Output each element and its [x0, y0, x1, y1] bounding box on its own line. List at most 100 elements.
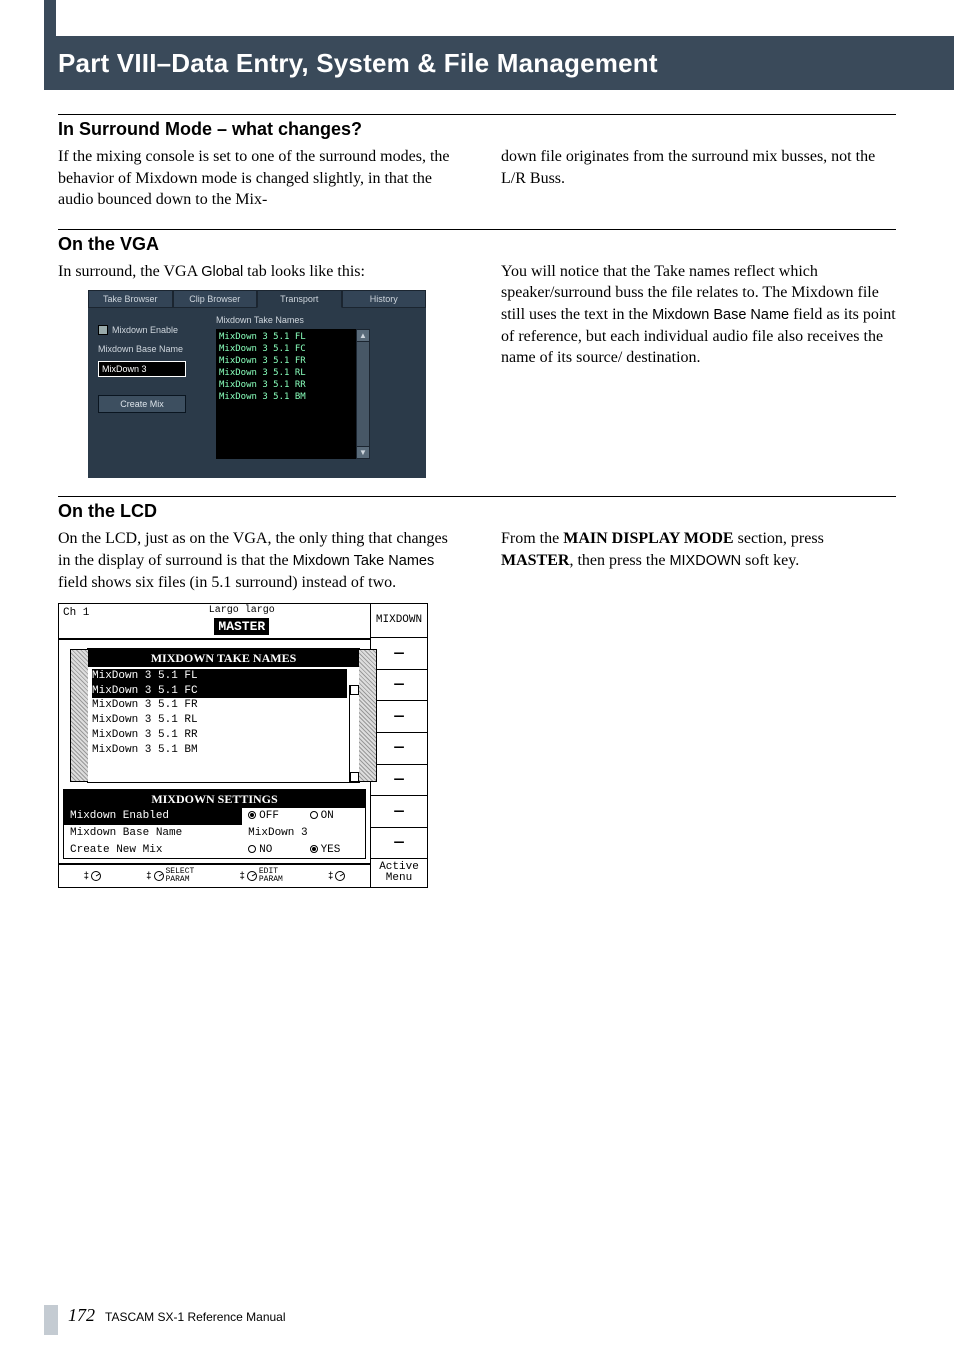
- softkey-mixdown[interactable]: MIXDOWN: [371, 604, 427, 638]
- divider: [58, 114, 896, 115]
- page-number: 172: [68, 1305, 95, 1326]
- vga-screenshot: Take Browser Clip Browser Transport Hist…: [88, 290, 426, 478]
- lcd-knob-row: ‡ ‡SELECT PARAM ‡EDIT PARAM ‡: [59, 863, 370, 887]
- scroll-track[interactable]: [357, 342, 369, 446]
- checkbox-icon: [98, 325, 108, 335]
- list-item[interactable]: MixDown 3 5.1 FL: [92, 669, 347, 684]
- footer-ref: TASCAM SX-1 Reference Manual: [105, 1310, 286, 1324]
- softkey[interactable]: —: [371, 796, 427, 828]
- lcd-settings-panel: MIXDOWN SETTINGS Mixdown Enabled OFF ON …: [63, 789, 366, 860]
- knob-icon: [335, 871, 345, 881]
- footer-tab: [44, 1305, 58, 1335]
- base-name-input[interactable]: MixDown 3: [98, 361, 186, 377]
- knob-label: SELECT PARAM: [166, 868, 195, 884]
- divider: [58, 229, 896, 230]
- radio-off-icon[interactable]: [248, 845, 256, 853]
- panel-shade-left: [70, 649, 88, 782]
- updown-icon: ‡: [84, 870, 89, 882]
- scroll-thumb-top[interactable]: [350, 685, 359, 695]
- lcd-take-names-panel: MIXDOWN TAKE NAMES MixDown 3 5.1 FL MixD…: [87, 648, 360, 783]
- lcd-title: Largo largo MASTER: [184, 604, 301, 637]
- softkey[interactable]: —: [371, 733, 427, 765]
- bold-text: MAIN DISPLAY MODE: [563, 530, 733, 547]
- vga-tabs: Take Browser Clip Browser Transport Hist…: [88, 290, 426, 308]
- dash-icon: —: [394, 832, 404, 854]
- settings-row-create[interactable]: Create New Mix NO YES: [64, 842, 365, 859]
- list-item[interactable]: MixDown 3 5.1 FC: [219, 343, 353, 355]
- softkey[interactable]: —: [371, 638, 427, 670]
- list-item[interactable]: MixDown 3 5.1 RR: [219, 379, 353, 391]
- list-item[interactable]: MixDown 3 5.1 BM: [219, 391, 353, 403]
- header-accent: [44, 0, 56, 36]
- softkey[interactable]: —: [371, 765, 427, 797]
- vga-tab-transport[interactable]: Transport: [257, 290, 342, 308]
- s1-right-text: down file originates from the surround m…: [501, 146, 896, 189]
- scroll-down-icon[interactable]: ▼: [357, 446, 369, 458]
- text: MixDown 3 5.1 RL: [92, 713, 198, 728]
- list-item[interactable]: MixDown 3 5.1 RL: [219, 367, 353, 379]
- lcd-scrollbar[interactable]: [349, 685, 359, 782]
- knob-select[interactable]: ‡SELECT PARAM: [146, 868, 194, 884]
- softkey-active-menu[interactable]: Active Menu: [371, 859, 427, 887]
- radio-on-icon[interactable]: [248, 811, 256, 819]
- knob-icon: [154, 871, 164, 881]
- mixdown-enable-checkbox[interactable]: Mixdown Enable: [98, 324, 206, 336]
- knob-label: EDIT PARAM: [259, 868, 283, 884]
- scroll-up-icon[interactable]: ▲: [357, 330, 369, 342]
- vga-tab-clip-browser[interactable]: Clip Browser: [173, 290, 258, 308]
- option-no: NO: [259, 844, 272, 856]
- bold-text: MASTER: [501, 552, 569, 569]
- text: section, press: [734, 530, 824, 547]
- knob-icon: [247, 871, 257, 881]
- part-header-bar: Part VIII–Data Entry, System & File Mana…: [44, 36, 954, 90]
- list-item[interactable]: MixDown 3 5.1 FL: [219, 331, 353, 343]
- s3-right-text: From the MAIN DISPLAY MODE section, pres…: [501, 528, 896, 571]
- knob[interactable]: ‡: [328, 868, 345, 884]
- vga-scrollbar[interactable]: ▲ ▼: [356, 329, 370, 459]
- lcd-subtitle: Largo largo: [184, 604, 301, 618]
- radio-off-icon[interactable]: [310, 811, 318, 819]
- base-name-label: Mixdown Base Name: [98, 343, 206, 355]
- knob[interactable]: ‡: [84, 868, 101, 884]
- updown-icon: ‡: [328, 870, 333, 882]
- settings-row-enabled[interactable]: Mixdown Enabled OFF ON: [64, 808, 365, 825]
- lcd-master-label: MASTER: [214, 618, 269, 636]
- knob-edit[interactable]: ‡EDIT PARAM: [239, 868, 282, 884]
- create-mix-button[interactable]: Create Mix: [98, 395, 186, 413]
- s2-left-text: In surround, the VGA Global tab looks li…: [58, 261, 453, 283]
- vga-tab-history[interactable]: History: [342, 290, 427, 308]
- section-heading-vga: On the VGA: [58, 234, 896, 255]
- radio-on-icon[interactable]: [310, 845, 318, 853]
- lcd-softkey-column: MIXDOWN — — — — — — — Active Menu: [371, 604, 427, 887]
- text: tab looks like this:: [243, 263, 365, 280]
- text: MixDown 3 5.1 FR: [92, 698, 198, 713]
- section-heading-surround: In Surround Mode – what changes?: [58, 119, 896, 140]
- part-title: Part VIII–Data Entry, System & File Mana…: [58, 48, 658, 79]
- settings-row-base[interactable]: Mixdown Base Name MixDown 3: [64, 825, 365, 842]
- list-item[interactable]: MixDown 3 5.1 RR: [92, 728, 347, 743]
- value: MixDown 3: [242, 825, 365, 842]
- text: Menu: [386, 873, 412, 884]
- vga-take-list[interactable]: MixDown 3 5.1 FL MixDown 3 5.1 FC MixDow…: [216, 329, 356, 459]
- label: Mixdown Enabled: [64, 808, 242, 825]
- settings-title: MIXDOWN SETTINGS: [64, 790, 365, 808]
- list-item[interactable]: MixDown 3 5.1 FR: [219, 355, 353, 367]
- lcd-channel: Ch 1: [59, 604, 184, 637]
- vga-list-title: Mixdown Take Names: [216, 314, 418, 326]
- scroll-thumb-bottom[interactable]: [350, 772, 359, 782]
- list-item[interactable]: MixDown 3 5.1 FC: [92, 684, 347, 699]
- divider: [58, 496, 896, 497]
- vga-tab-take-browser[interactable]: Take Browser: [88, 290, 173, 308]
- softkey[interactable]: —: [371, 828, 427, 860]
- softkey[interactable]: —: [371, 670, 427, 702]
- knob-icon: [91, 871, 101, 881]
- list-item[interactable]: MixDown 3 5.1 FR: [92, 698, 347, 713]
- softkey[interactable]: —: [371, 701, 427, 733]
- dash-icon: —: [394, 706, 404, 728]
- list-item[interactable]: MixDown 3 5.1 RL: [92, 713, 347, 728]
- list-item[interactable]: MixDown 3 5.1 BM: [92, 743, 347, 758]
- inline-code: Mixdown Base Name: [652, 307, 789, 323]
- text: MixDown 3 5.1 FL: [92, 669, 198, 684]
- text: field shows six files (in 5.1 surround) …: [58, 574, 396, 591]
- dash-icon: —: [394, 769, 404, 791]
